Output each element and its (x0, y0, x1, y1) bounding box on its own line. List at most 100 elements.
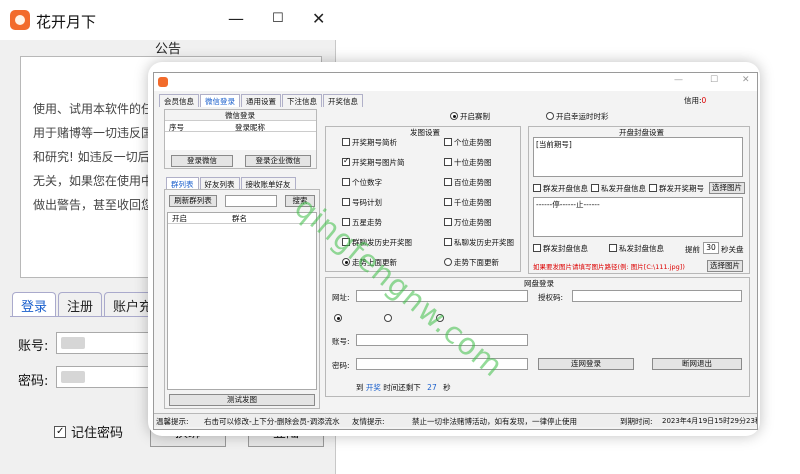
maximize-icon[interactable]: ☐ (272, 8, 284, 30)
login-enterprise-wechat-button[interactable]: 登录企业微信 (245, 155, 311, 167)
trend-radio[interactable] (342, 258, 350, 266)
maximize-icon[interactable]: ☐ (710, 75, 718, 85)
option-label: 开奖期号简析 (352, 138, 397, 147)
test-send-image-button[interactable]: 测试发图 (169, 394, 315, 406)
auth-code-input[interactable] (572, 290, 742, 302)
option-checkbox[interactable] (342, 178, 350, 186)
tab-wechat-login[interactable]: 微信登录 (200, 94, 240, 107)
tab-bet-info[interactable]: 下注信息 (282, 94, 322, 107)
option-number-plan[interactable]: 号码计划 (342, 197, 382, 208)
credit-label: 信用: (684, 96, 702, 105)
option-label: 开奖期号图片简 (352, 158, 405, 167)
tab-register[interactable]: 注册 (58, 292, 103, 316)
close-icon[interactable]: ✕ (742, 75, 750, 85)
option-checkbox[interactable] (444, 138, 452, 146)
group-search-input[interactable] (225, 195, 277, 207)
option-five-star-trend[interactable]: 五星走势 (342, 217, 382, 228)
cover-settings-panel: 开盘封盘设置 [当前期号] 群发开盘信息 私发开盘信息 群发开奖期号 选择图片 … (528, 126, 750, 274)
option-private-close[interactable]: 私发封盘信息 (609, 243, 664, 254)
search-button[interactable]: 搜索 (285, 195, 315, 207)
server-radio-2[interactable] (384, 314, 394, 323)
server-radio[interactable] (334, 314, 342, 322)
trend-down-option[interactable]: 走势下面更新 (444, 257, 499, 268)
option-private-open[interactable]: 私发开盘信息 (591, 183, 646, 194)
account-field[interactable] (56, 332, 156, 354)
col-group-name: 群名 (232, 214, 247, 223)
group-table[interactable]: 开启 群名 (167, 212, 317, 390)
select-image-button[interactable]: 选择图片 (709, 182, 745, 194)
mode-option-race[interactable]: 开启赛制 (450, 111, 490, 122)
tab-draw-info[interactable]: 开奖信息 (323, 94, 363, 107)
option-checkbox[interactable] (444, 218, 452, 226)
refresh-group-list-button[interactable]: 刷新群列表 (169, 195, 217, 207)
net-login-button[interactable]: 连网登录 (538, 358, 634, 370)
option-checkbox[interactable] (591, 184, 599, 192)
option-units-digit[interactable]: 个位数字 (342, 177, 382, 188)
trend-up-option[interactable]: 走势上面更新 (342, 257, 397, 268)
close-icon[interactable]: ✕ (312, 8, 325, 30)
option-checkbox[interactable] (444, 238, 452, 246)
option-group-open[interactable]: 群发开盘信息 (533, 183, 588, 194)
option-checkbox[interactable] (444, 158, 452, 166)
countdown-suffix: 秒 (443, 383, 451, 392)
option-label: 私发开盘信息 (601, 184, 646, 193)
countdown-draw: 开奖 (365, 383, 381, 392)
option-checkbox[interactable] (342, 156, 350, 166)
login-wechat-button[interactable]: 登录微信 (171, 155, 233, 167)
close-message-textarea[interactable]: ------停------止------ (533, 197, 743, 237)
option-private-history[interactable]: 私聊发历史开奖图 (444, 237, 514, 248)
option-checkbox[interactable] (342, 218, 350, 226)
option-label: 十位走势图 (454, 158, 492, 167)
mode-radio[interactable] (546, 112, 554, 120)
option-checkbox[interactable] (444, 198, 452, 206)
main-window: — ☐ ✕ 会员信息 微信登录 通用设置 下注信息 开奖信息 信用:0 微信登录… (153, 72, 758, 430)
option-label: 百位走势图 (454, 178, 492, 187)
open-message-textarea[interactable]: [当前期号] (533, 137, 743, 177)
tab-general-settings[interactable]: 通用设置 (241, 94, 281, 107)
option-group-close[interactable]: 群发封盘信息 (533, 243, 588, 254)
server-radio[interactable] (436, 314, 444, 322)
tab-login[interactable]: 登录 (12, 292, 57, 316)
option-draw-image[interactable]: 开奖期号图片简 (342, 156, 405, 168)
option-units-trend[interactable]: 个位走势图 (444, 137, 492, 148)
mode-option-lucky[interactable]: 开启幸运时时彩 (546, 111, 609, 122)
option-checkbox[interactable] (533, 184, 541, 192)
mode-radio[interactable] (450, 112, 458, 120)
option-tens-trend[interactable]: 十位走势图 (444, 157, 492, 168)
option-thousands-trend[interactable]: 千位走势图 (444, 197, 492, 208)
remember-password[interactable]: 记住密码 (54, 422, 123, 441)
net-password-input[interactable] (356, 358, 528, 370)
option-checkbox[interactable] (533, 244, 541, 252)
minimize-icon[interactable]: — (674, 75, 683, 85)
option-checkbox[interactable] (649, 184, 657, 192)
option-tenthousands-trend[interactable]: 万位走势图 (444, 217, 492, 228)
option-checkbox[interactable] (342, 238, 350, 246)
tab-member-info[interactable]: 会员信息 (159, 94, 199, 107)
minimize-icon[interactable]: — (228, 8, 244, 30)
advance-seconds-input[interactable]: 30 (703, 242, 719, 254)
expire-value: 2023年4月19日15时29分23秒 (662, 417, 758, 425)
password-field[interactable] (56, 366, 156, 388)
option-checkbox[interactable] (342, 138, 350, 146)
remember-checkbox[interactable] (54, 425, 66, 438)
option-label: 万位走势图 (454, 218, 492, 227)
option-hundreds-trend[interactable]: 百位走势图 (444, 177, 492, 188)
server-radio[interactable] (384, 314, 392, 322)
server-radio-3[interactable] (436, 314, 446, 323)
option-checkbox[interactable] (444, 178, 452, 186)
address-input[interactable] (356, 290, 528, 302)
option-draw-simple[interactable]: 开奖期号简析 (342, 137, 397, 148)
auth-code-label: 授权码: (538, 293, 564, 302)
option-checkbox[interactable] (342, 198, 350, 206)
trend-radio[interactable] (444, 258, 452, 266)
option-checkbox[interactable] (609, 244, 617, 252)
wechat-table-body[interactable] (165, 132, 316, 150)
net-logout-button[interactable]: 断网退出 (652, 358, 742, 370)
net-account-input[interactable] (356, 334, 528, 346)
server-radio-1[interactable] (334, 314, 344, 323)
option-group-history[interactable]: 群聊发历史开奖图 (342, 237, 412, 248)
option-group-draw-no[interactable]: 群发开奖期号 (649, 183, 704, 194)
open-message-text: [当前期号] (536, 140, 572, 149)
select-image-button-2[interactable]: 选择图片 (707, 260, 743, 272)
option-label: 私发封盘信息 (619, 244, 664, 253)
